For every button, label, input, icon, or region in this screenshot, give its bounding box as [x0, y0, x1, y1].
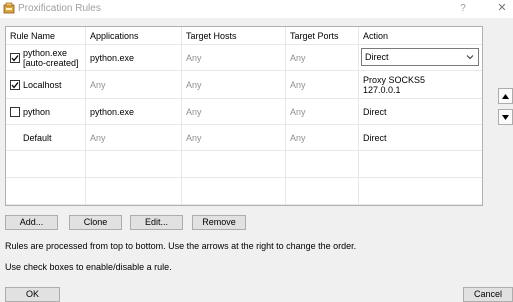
checkmark-icon [11, 54, 19, 62]
target-ports-cell: Any [286, 45, 359, 70]
rule-name-cell: Default [6, 125, 86, 150]
column-header-target-hosts[interactable]: Target Hosts [182, 27, 286, 44]
column-header-rule-name[interactable]: Rule Name [6, 27, 86, 44]
table-row[interactable]: Default Any Any Any Direct [6, 125, 482, 151]
target-hosts-cell: Any [182, 99, 286, 124]
rule-name-label: Default [23, 132, 52, 143]
table-row[interactable]: python.exe [auto-created] python.exe Any… [6, 45, 482, 71]
applications-cell: Any [86, 71, 182, 98]
empty-row [6, 151, 482, 178]
target-hosts-cell: Any [182, 125, 286, 150]
rule-name-cell: python.exe [auto-created] [6, 45, 86, 70]
rule-name-suffix: [auto-created] [23, 57, 79, 68]
applications-cell: python.exe [86, 99, 182, 124]
edit-button[interactable]: Edit... [130, 215, 183, 230]
action-cell: Direct [359, 45, 482, 70]
table-row[interactable]: Localhost Any Any Any Proxy SOCKS5 127.0… [6, 71, 482, 99]
target-ports-cell: Any [286, 71, 359, 98]
rules-table: Rule Name Applications Target Hosts Targ… [5, 26, 483, 206]
title-bar: Proxification Rules ? ✕ [0, 0, 513, 18]
action-dropdown-value: Direct [365, 52, 389, 62]
rule-name-label: python.exe [23, 47, 68, 58]
action-cell: Proxy SOCKS5 127.0.0.1 [359, 71, 482, 98]
arrow-down-icon [502, 114, 509, 120]
rule-enabled-checkbox[interactable] [10, 79, 20, 90]
column-header-action[interactable]: Action [359, 27, 482, 44]
rule-name-cell: python [6, 99, 86, 124]
order-hint-text: Rules are processed from top to bottom. … [5, 241, 357, 251]
add-button[interactable]: Add... [5, 215, 58, 230]
window-title: Proxification Rules [18, 3, 101, 14]
target-hosts-cell: Any [182, 71, 286, 98]
rule-enabled-checkbox[interactable] [10, 52, 20, 63]
action-proxy-label: Proxy SOCKS5 [363, 74, 426, 85]
table-header: Rule Name Applications Target Hosts Targ… [6, 27, 482, 45]
target-hosts-cell: Any [182, 45, 286, 70]
rule-name-label: python [23, 106, 51, 117]
remove-button[interactable]: Remove [192, 215, 246, 230]
rule-name-cell: Localhost [6, 71, 86, 98]
checkbox-hint-text: Use check boxes to enable/disable a rule… [5, 262, 172, 272]
rule-enabled-checkbox[interactable] [10, 106, 20, 117]
target-ports-cell: Any [286, 125, 359, 150]
action-proxy-address: 127.0.0.1 [363, 84, 401, 95]
applications-cell: Any [86, 125, 182, 150]
action-cell: Direct [363, 106, 387, 117]
action-cell: Direct [363, 132, 387, 143]
applications-cell: python.exe [86, 45, 182, 70]
move-up-button[interactable] [498, 88, 513, 104]
checkmark-icon [11, 81, 19, 89]
rule-name-label: Localhost [23, 79, 62, 90]
clone-button[interactable]: Clone [69, 215, 122, 230]
table-row[interactable]: python python.exe Any Any Direct [6, 99, 482, 125]
close-button[interactable]: ✕ [491, 1, 513, 16]
help-button[interactable]: ? [452, 1, 474, 16]
chevron-down-icon [466, 55, 474, 60]
action-dropdown[interactable]: Direct [361, 48, 479, 66]
proxifier-app-icon [3, 2, 15, 14]
column-header-target-ports[interactable]: Target Ports [286, 27, 359, 44]
column-header-applications[interactable]: Applications [86, 27, 182, 44]
move-down-button[interactable] [498, 109, 513, 125]
arrow-up-icon [502, 93, 509, 99]
target-ports-cell: Any [286, 99, 359, 124]
empty-row [6, 178, 482, 205]
